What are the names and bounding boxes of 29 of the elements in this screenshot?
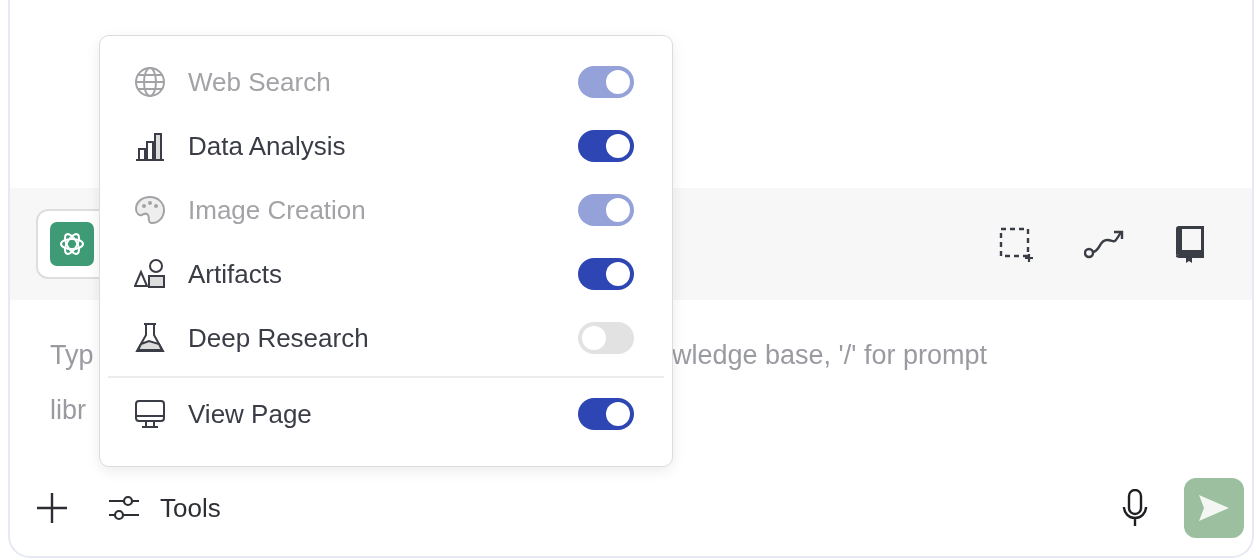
toggle-switch[interactable]: [578, 258, 634, 290]
menu-item-label: Data Analysis: [188, 130, 347, 162]
plus-icon[interactable]: [36, 492, 68, 524]
toggle-switch[interactable]: [578, 322, 634, 354]
bar-chart-icon: [134, 130, 166, 162]
knot-logo-icon: [50, 222, 94, 266]
selection-add-icon[interactable]: [998, 226, 1034, 262]
globe-icon: [134, 66, 166, 98]
monitor-icon: [134, 398, 166, 430]
menu-item-label: Image Creation: [188, 194, 367, 226]
menu-item-label: View Page: [188, 398, 313, 430]
sliders-icon: [108, 495, 140, 521]
flask-icon: [134, 322, 166, 354]
menu-item[interactable]: Artifacts: [108, 242, 664, 306]
menu-item-label: Web Search: [188, 66, 332, 98]
menu-item[interactable]: Data Analysis: [108, 114, 664, 178]
toggle-switch[interactable]: [578, 398, 634, 430]
menu-item[interactable]: Deep Research: [108, 306, 664, 370]
tools-button[interactable]: Tools: [108, 492, 221, 524]
book-icon[interactable]: [1174, 225, 1206, 263]
menu-item-label: Deep Research: [188, 322, 370, 354]
palette-icon: [134, 194, 166, 226]
send-icon: [1198, 494, 1230, 522]
menu-item-label: Artifacts: [188, 258, 283, 290]
menu-item[interactable]: View Page: [108, 382, 664, 446]
toggle-switch[interactable]: [578, 130, 634, 162]
shapes-icon: [134, 258, 166, 290]
microphone-icon[interactable]: [1122, 489, 1148, 527]
route-icon[interactable]: [1084, 229, 1124, 259]
